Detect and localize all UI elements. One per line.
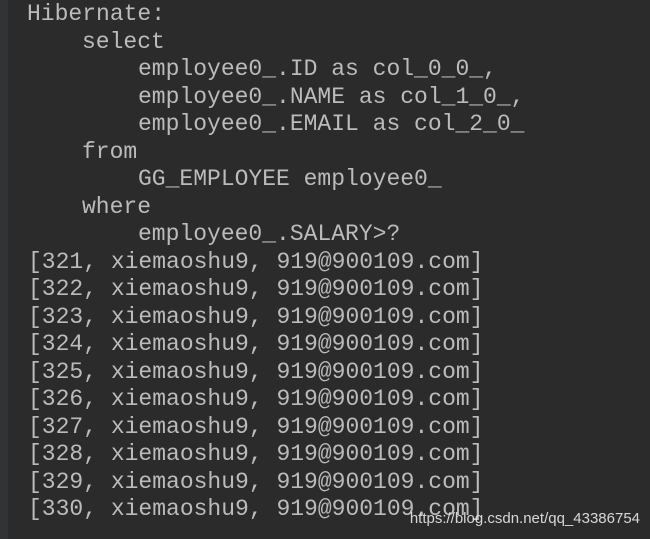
watermark: https://blog.csdn.net/qq_43386754: [409, 510, 640, 527]
console-line: GG_EMPLOYEE employee0_: [138, 166, 442, 192]
result-row: [321, xiemaoshu9, 919@900109.com]: [28, 248, 484, 275]
result-row: [323, xiemaoshu9, 919@900109.com]: [28, 303, 484, 330]
result-row: [328, xiemaoshu9, 919@900109.com]: [28, 441, 484, 467]
result-row: [324, xiemaoshu9, 919@900109.com]: [28, 331, 484, 357]
result-row: [326, xiemaoshu9, 919@900109.com]: [28, 386, 484, 412]
result-row: [327, xiemaoshu9, 919@900109.com]: [28, 413, 484, 440]
console-line: select: [82, 28, 165, 55]
console-line: from: [82, 138, 138, 165]
console-line: employee0_.EMAIL as col_2_0_: [138, 111, 525, 137]
console-line: employee0_.SALARY>?: [138, 221, 401, 247]
console-line: where: [82, 193, 152, 220]
console-output[interactable]: Hibernate: select employee0_.ID as col_0…: [27, 1, 524, 524]
editor-gutter: [0, 0, 8, 539]
console-line: Hibernate:: [27, 1, 166, 27]
result-row: [329, xiemaoshu9, 919@900109.com]: [28, 468, 484, 495]
result-row: [325, xiemaoshu9, 919@900109.com]: [28, 358, 484, 385]
console-line: employee0_.NAME as col_1_0_,: [138, 83, 525, 110]
console-line: employee0_.ID as col_0_0_,: [138, 56, 497, 82]
result-row: [322, xiemaoshu9, 919@900109.com]: [28, 276, 484, 302]
